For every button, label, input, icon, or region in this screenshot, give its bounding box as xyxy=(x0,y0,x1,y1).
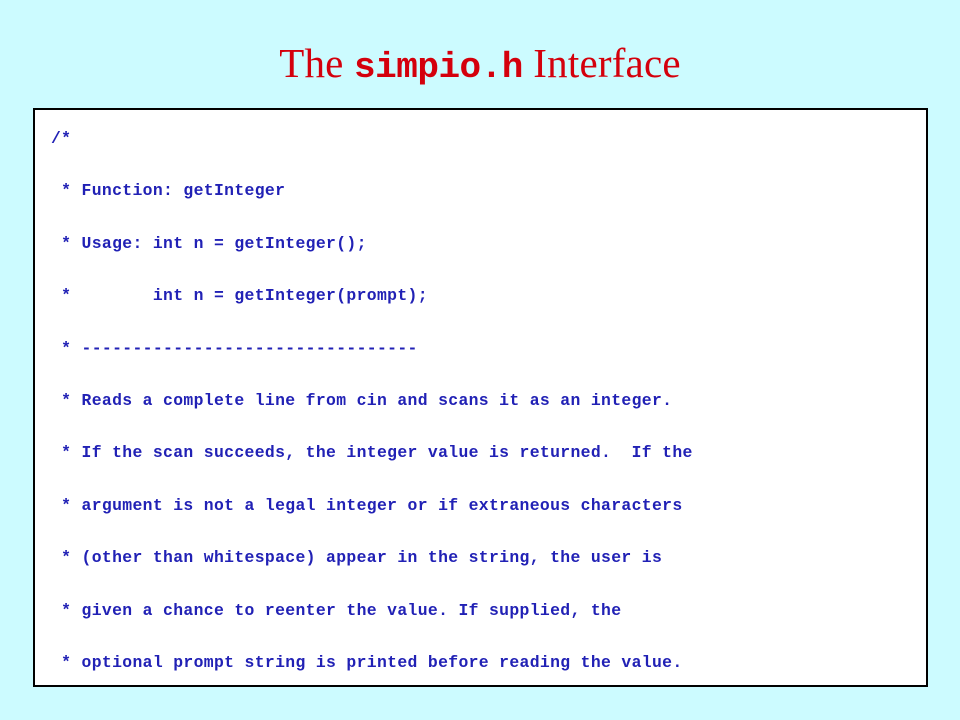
page-title-header-name: simpio.h xyxy=(354,47,523,88)
code-line: * Reads a complete line from cin and sca… xyxy=(51,391,673,411)
code-listing: /* * Function: getInteger * Usage: int n… xyxy=(35,110,926,685)
code-line: * If the scan succeeds, the integer valu… xyxy=(51,443,693,463)
page-title-suffix: Interface xyxy=(522,40,681,86)
code-line: * --------------------------------- xyxy=(51,338,418,358)
code-line: * optional prompt string is printed befo… xyxy=(51,653,683,673)
page-title-prefix: The xyxy=(279,40,355,86)
code-line: * int n = getInteger(prompt); xyxy=(51,286,428,306)
code-line: * given a chance to reenter the value. I… xyxy=(51,600,622,620)
code-line: * (other than whitespace) appear in the … xyxy=(51,548,663,568)
code-line: * Function: getInteger xyxy=(51,181,286,201)
code-panel: /* * Function: getInteger * Usage: int n… xyxy=(33,108,928,687)
code-line: * Usage: int n = getInteger(); xyxy=(51,233,367,253)
page-title: The simpio.h Interface xyxy=(0,38,960,93)
code-line: /* xyxy=(51,129,72,148)
slide-canvas: The simpio.h Interface /* * Function: ge… xyxy=(0,0,960,720)
code-line: * argument is not a legal integer or if … xyxy=(51,495,683,515)
